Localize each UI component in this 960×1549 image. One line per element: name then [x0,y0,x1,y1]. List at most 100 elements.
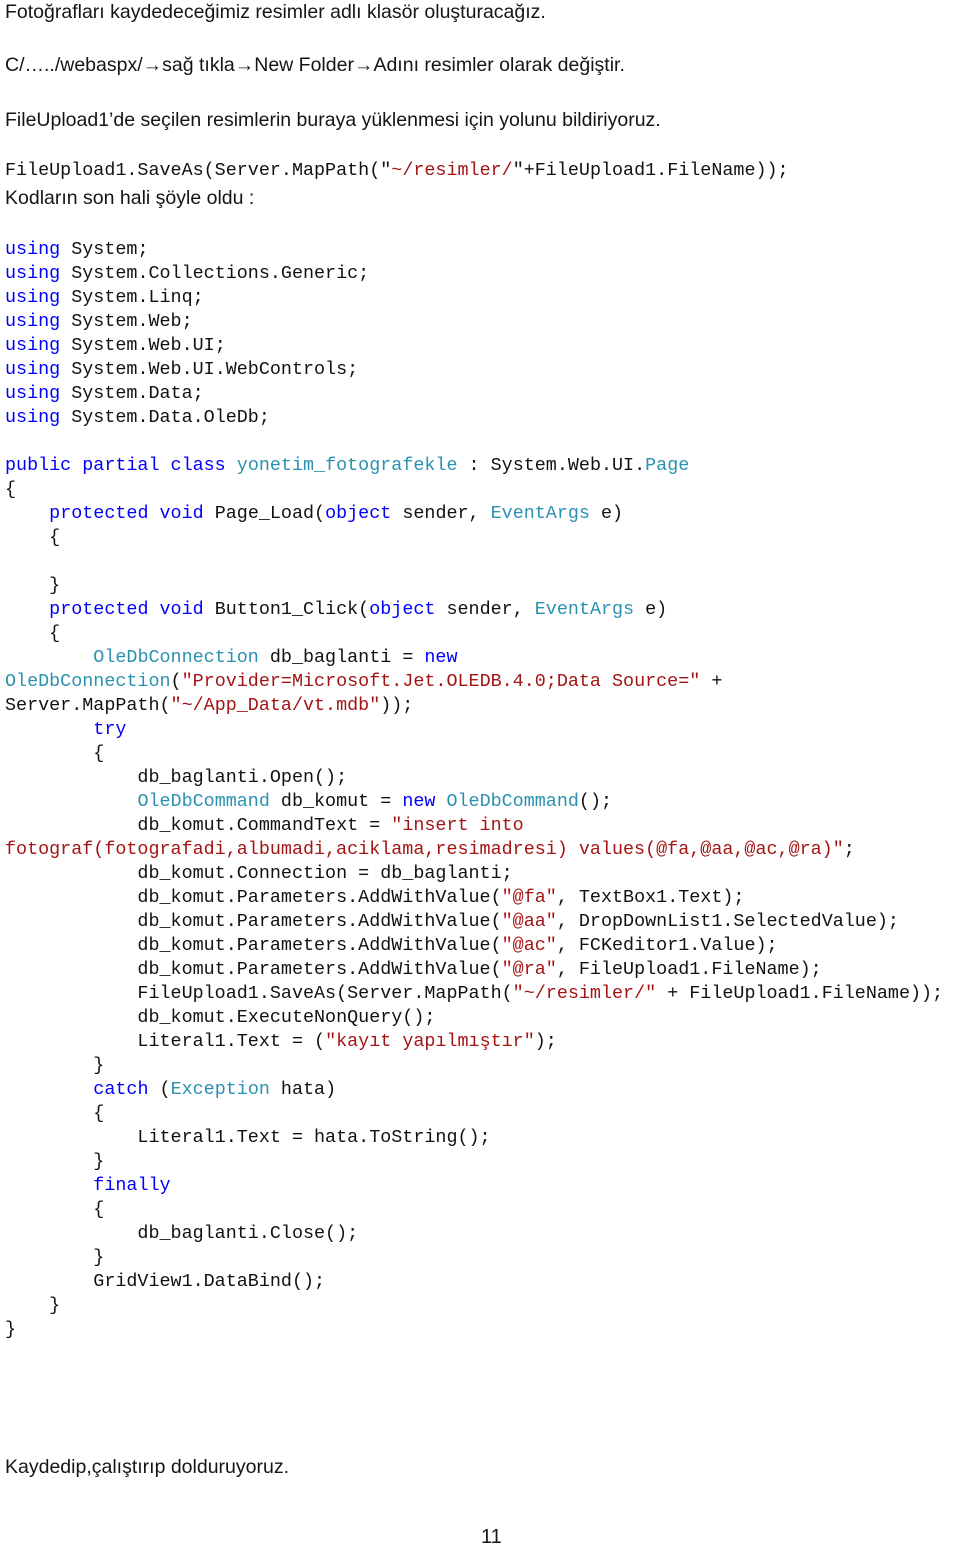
code-text: )); [380,695,414,716]
code-text: } [5,1151,105,1172]
type-token: EventArgs [534,599,635,620]
keyword-token: using [5,359,61,380]
code-text: GridView1.DataBind(); [5,1271,326,1292]
code-line: using System.Linq; [5,286,943,310]
code-text: System.Data.OleDb; [60,407,270,428]
code-text: ( [170,671,182,692]
string-token: "~/App_Data/vt.mdb" [170,695,381,716]
code-text: + [700,671,723,692]
code-text: , TextBox1.Text); [556,887,745,908]
keyword-token: new [402,791,436,812]
outro-text: Kaydedip,çalıştırıp dolduruyoruz. [5,1456,289,1478]
string-token: "~/resimler/" [512,983,657,1004]
code-text: e) [634,599,668,620]
code-text: Literal1.Text = ( [5,1031,326,1052]
code-line: { [5,742,943,766]
code-text: { [5,1199,105,1220]
code-text: db_komut.Parameters.AddWithValue( [5,959,502,980]
code-line: db_komut.Parameters.AddWithValue("@aa", … [5,910,943,934]
string-token: "@ac" [501,935,557,956]
code-line: OleDbConnection("Provider=Microsoft.Jet.… [5,670,943,694]
code-text: db_komut.Parameters.AddWithValue( [5,887,502,908]
keyword-token: protected void [49,503,204,524]
intro-line-1: Fotoğrafları kaydedeceğimiz resimler adl… [5,1,546,23]
code-text: ); [534,1031,557,1052]
code-text: Server.MapPath( [5,695,171,716]
code-line: } [5,1294,943,1318]
string-token: fotograf(fotografadi,albumadi,aciklama,r… [5,839,844,860]
code-text: } [5,575,61,596]
code-text: db_baglanti.Close(); [5,1223,359,1244]
keyword-token: using [5,287,61,308]
intro-line-3: FileUpload1’de seçilen resimlerin buraya… [5,109,661,131]
keyword-token: using [5,383,61,404]
code-text: System.Web; [60,311,193,332]
code-line: { [5,622,943,646]
code-line: using System.Web.UI; [5,334,943,358]
code-text: , DropDownList1.SelectedValue); [556,911,899,932]
keyword-token: catch [93,1079,149,1100]
code-text: (); [578,791,613,812]
code-text: } [5,1247,105,1268]
code-text: { [5,527,61,548]
code-text: { [5,1103,105,1124]
code-line: db_baglanti.Open(); [5,766,943,790]
code-line: using System.Data; [5,382,943,406]
code-line: db_baglanti.Close(); [5,1222,943,1246]
code-text: , FileUpload1.FileName); [556,959,822,980]
code-text: { [5,479,17,500]
code-line: db_komut.Parameters.AddWithValue("@ac", … [5,934,943,958]
code-line: db_komut.Connection = db_baglanti; [5,862,943,886]
code-text: hata) [269,1079,337,1100]
code-line: catch (Exception hata) [5,1078,943,1102]
keyword-token: using [5,407,61,428]
code-text: System; [60,239,149,260]
code-line: db_komut.CommandText = "insert into [5,814,943,838]
code-line: using System.Web; [5,310,943,334]
code-line: } [5,574,943,598]
code-line: using System; [5,238,943,262]
code-text: "+FileUpload1.FileName)); [512,160,789,181]
code-text: db_baglanti.Open(); [5,767,348,788]
code-text: Literal1.Text = hata.ToString(); [5,1127,491,1148]
string-token: ~/resimler/ [391,160,513,181]
type-token: OleDbCommand [446,791,579,812]
code-line: { [5,1198,943,1222]
string-token: "insert into [391,815,524,836]
code-text: e) [589,503,624,524]
code-text: db_baglanti = [258,647,425,668]
keyword-token: using [5,239,61,260]
code-line: using System.Web.UI.WebControls; [5,358,943,382]
code-text: , FCKeditor1.Value); [556,935,778,956]
code-line: OleDbCommand db_komut = new OleDbCommand… [5,790,943,814]
code-line: db_komut.ExecuteNonQuery(); [5,1006,943,1030]
code-line: using System.Data.OleDb; [5,406,943,430]
code-line: public partial class yonetim_fotografekl… [5,454,943,478]
code-text: Page_Load( [203,503,326,524]
code-line: GridView1.DataBind(); [5,1270,943,1294]
code-line: } [5,1150,943,1174]
code-line: protected void Button1_Click(object send… [5,598,943,622]
code-line: fotograf(fotografadi,albumadi,aciklama,r… [5,838,943,862]
code-text: sender, [435,599,535,620]
intro-line-2: C/…../webaspx/→sağ tıkla→New Folder→Adın… [5,54,625,76]
code-text: db_komut.CommandText = [5,815,392,836]
keyword-token: protected void [49,599,204,620]
code-text: System.Linq; [60,287,204,308]
keyword-token: using [5,335,61,356]
code-text: db_komut = [269,791,403,812]
code-text: Button1_Click( [203,599,370,620]
type-token: Page [645,455,690,476]
code-text: } [5,1055,105,1076]
type-token: OleDbCommand [137,791,270,812]
code-text: ; [843,839,855,860]
code-line: db_komut.Parameters.AddWithValue("@ra", … [5,958,943,982]
code-text: sender, [391,503,491,524]
code-line: protected void Page_Load(object sender, … [5,502,943,526]
